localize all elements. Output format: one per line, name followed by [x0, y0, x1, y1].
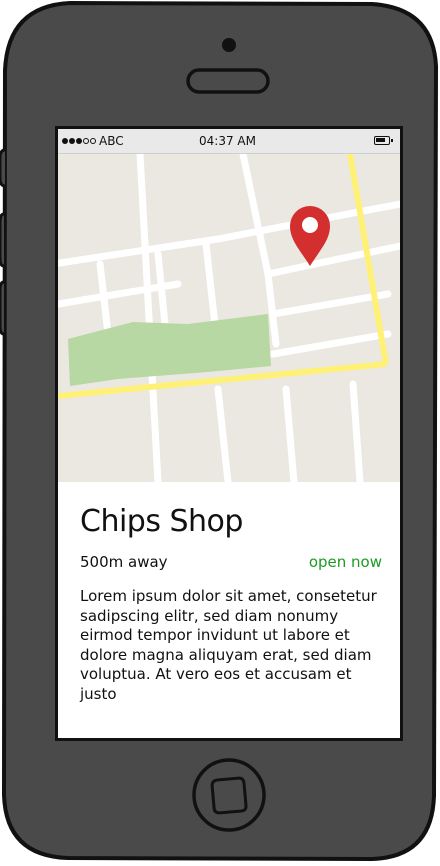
map-view[interactable] [58, 150, 400, 486]
volume-up-button [0, 212, 5, 268]
place-description: Lorem ipsum dolor sit amet, consetetur s… [80, 587, 377, 703]
place-distance: 500m away [80, 553, 168, 571]
place-title: Chips Shop [80, 504, 243, 539]
status-time: 04:37 AM [199, 134, 256, 148]
carrier-info: ABC [62, 134, 124, 148]
mute-switch [0, 148, 6, 188]
volume-down-button [0, 280, 5, 336]
home-button-icon[interactable] [192, 758, 266, 832]
battery-icon [374, 136, 393, 145]
carrier-name: ABC [99, 134, 124, 148]
status-bar: ABC 04:37 AM [58, 129, 400, 154]
open-status: open now [308, 553, 382, 571]
map-canvas [58, 150, 400, 486]
signal-strength-icon [62, 138, 96, 144]
camera-icon [222, 38, 236, 52]
phone-screen: ABC 04:37 AM Chips Shop 500m away open n… [58, 129, 400, 738]
place-info-panel: Chips Shop 500m away open now Lorem ipsu… [58, 482, 400, 738]
